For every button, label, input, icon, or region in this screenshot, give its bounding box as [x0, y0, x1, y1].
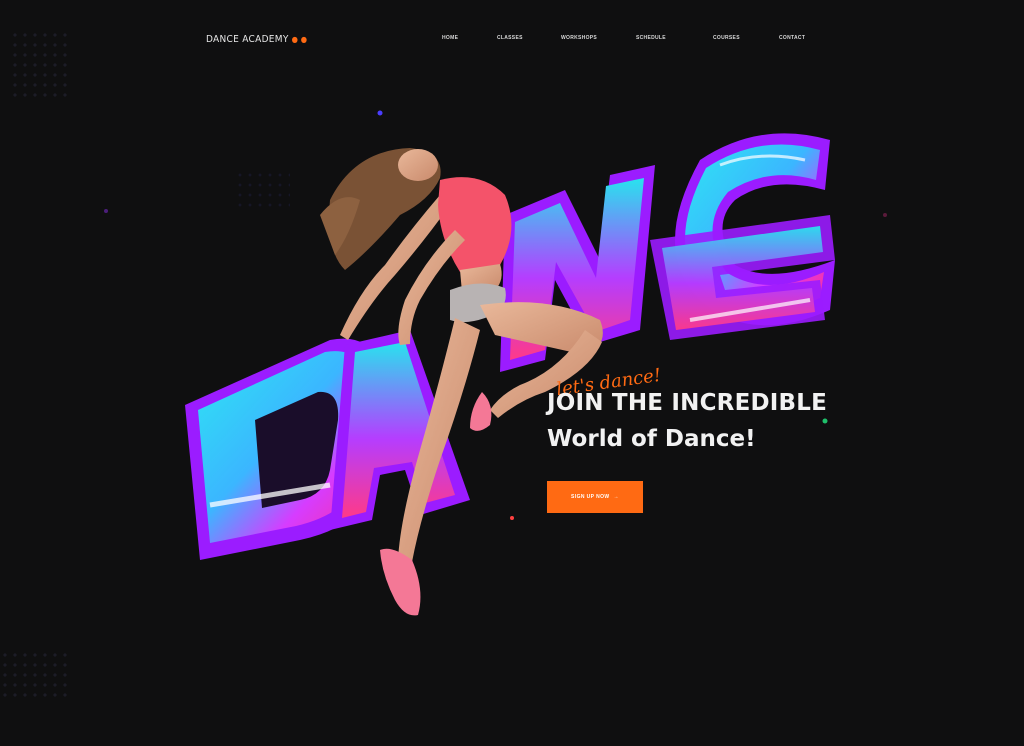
- arrow-right-icon: →: [613, 494, 619, 500]
- sparkle-dot: [883, 213, 887, 217]
- hero-section: let's dance! JOIN THE INCREDIBLE World o…: [0, 0, 1024, 746]
- sparkle-dot: [377, 110, 383, 116]
- dance-graffiti-artwork: [104, 110, 887, 616]
- hero-heading-line1: JOIN THE INCREDIBLE: [547, 390, 828, 416]
- sparkle-dot: [822, 418, 828, 424]
- sparkle-dot: [104, 209, 108, 213]
- sign-up-button[interactable]: SIGN UP NOW →: [547, 481, 643, 513]
- sign-up-label: SIGN UP NOW: [571, 494, 610, 500]
- graffiti-letters: [185, 133, 835, 560]
- hero-heading-line2: World of Dance!: [547, 426, 756, 452]
- sparkle-dot: [510, 516, 514, 520]
